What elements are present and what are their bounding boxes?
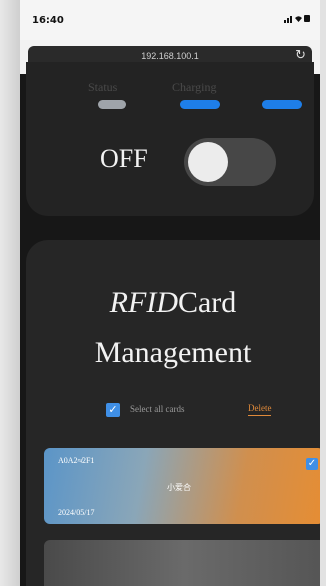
tab-status[interactable]: Status [88,80,117,95]
status-bar: 16:40 [20,0,320,40]
reload-icon[interactable]: ↻ [295,48,306,63]
url-text: 192.168.100.1 [141,51,199,61]
card-uid: A0A2≉2F1 [58,456,95,465]
tab-indicator-charging[interactable] [180,100,220,109]
title-card: Card [177,286,237,319]
tab-charging[interactable]: Charging [172,80,216,95]
page-title: RFIDCard [26,286,320,320]
toggle-knob[interactable] [188,142,228,182]
page-title-line2: Management [94,336,252,369]
tab-indicator-status[interactable] [98,100,126,109]
card-name: 小爱合 [167,483,191,492]
signal-wifi-battery-icon [284,14,310,26]
phone-screen: 16:40 192.168.100.1 ↻ Status Charging OF… [20,0,320,586]
rfid-card-item-next[interactable] [44,540,320,586]
power-toggle[interactable] [184,138,276,186]
page-edge-right [320,0,326,586]
tab-indicator-third[interactable] [262,100,302,109]
card-checkbox[interactable]: ✓ [306,458,318,470]
status-panel: Status Charging OFF [26,62,314,216]
card-date: 2024/05/17 [58,508,95,517]
power-state-label: OFF [100,144,148,173]
title-rfid: RFID [109,286,178,319]
page-edge-left [0,0,20,586]
status-time: 16:40 [32,15,64,26]
select-all-checkbox[interactable]: ✓ [106,403,120,417]
rfid-management-panel: RFIDCard Management ✓ Select all cards D… [26,240,320,586]
delete-button[interactable]: Delete [248,403,272,416]
rfid-card-item[interactable]: A0A2≉2F1 小爱合 2024/05/17 ✓ [44,448,320,524]
select-all-label[interactable]: Select all cards [130,404,184,414]
